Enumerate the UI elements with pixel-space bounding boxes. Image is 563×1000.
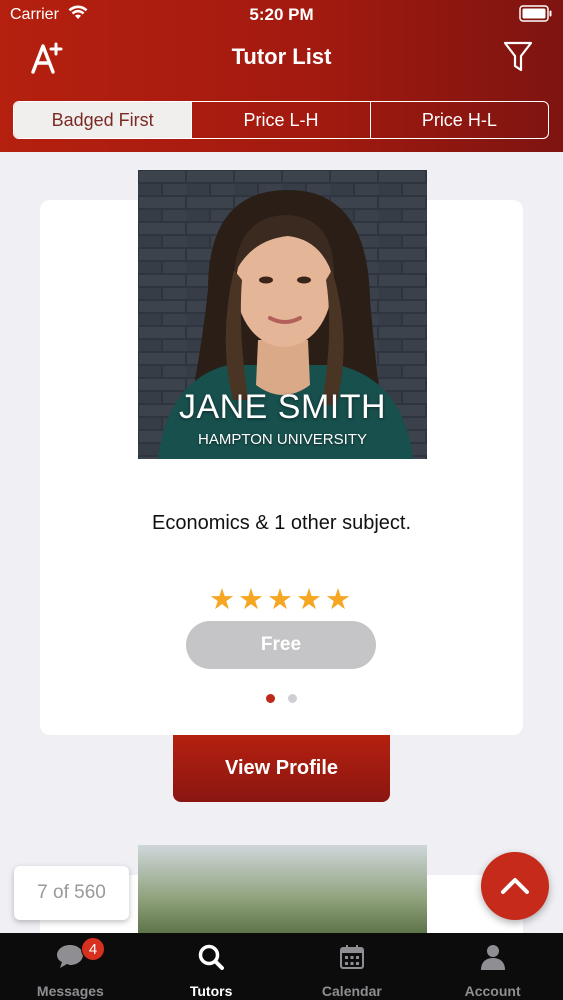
tab-tutors[interactable]: Tutors: [141, 933, 282, 1000]
tab-label-tutors: Tutors: [189, 983, 233, 999]
status-time: 5:20 PM: [249, 5, 314, 24]
status-bar: Carrier 5:20 PM: [0, 0, 563, 30]
battery-icon: [519, 5, 552, 22]
page-dot-active[interactable]: [266, 694, 275, 703]
tutor-school: HAMPTON UNIVERSITY: [198, 431, 367, 448]
tab-label-messages: Messages: [36, 983, 104, 999]
chevron-up-icon: [501, 878, 529, 894]
tab-bar: 4 Messages Tutors Calendar Account: [0, 933, 563, 1000]
view-profile-button[interactable]: View Profile: [173, 735, 390, 802]
tab-messages[interactable]: 4 Messages: [0, 933, 141, 1000]
tab-account[interactable]: Account: [422, 933, 563, 1000]
tab-label-account: Account: [464, 983, 521, 999]
app-header: Carrier 5:20 PM Tutor List Badged First …: [0, 0, 563, 152]
messages-badge: 4: [81, 937, 105, 961]
page-title: Tutor List: [231, 44, 332, 69]
next-tutor-photo[interactable]: [138, 845, 427, 935]
segment-price-high-low[interactable]: Price H-L: [371, 102, 548, 138]
tutor-subjects: Economics & 1 other subject.: [151, 512, 411, 534]
filter-icon[interactable]: [503, 40, 533, 74]
rating-stars: ★★★★★: [209, 584, 354, 616]
tab-calendar[interactable]: Calendar: [282, 933, 423, 1000]
nav-bar: Tutor List: [0, 34, 563, 82]
page-dot[interactable]: [288, 694, 297, 703]
calendar-icon: [339, 945, 364, 969]
sort-segmented-control: Badged First Price L-H Price H-L: [13, 101, 549, 139]
tab-label-calendar: Calendar: [321, 983, 382, 999]
price-pill: Free: [186, 621, 376, 669]
tutor-photo[interactable]: JANE SMITH HAMPTON UNIVERSITY: [138, 170, 427, 459]
scroll-to-top-button[interactable]: [481, 852, 549, 920]
tutor-name: JANE SMITH: [178, 388, 387, 426]
result-counter: 7 of 560: [14, 866, 129, 920]
segment-price-low-high[interactable]: Price L-H: [192, 102, 371, 138]
search-icon: [198, 944, 225, 970]
person-icon: [480, 945, 505, 970]
segment-badged-first[interactable]: Badged First: [14, 102, 193, 138]
